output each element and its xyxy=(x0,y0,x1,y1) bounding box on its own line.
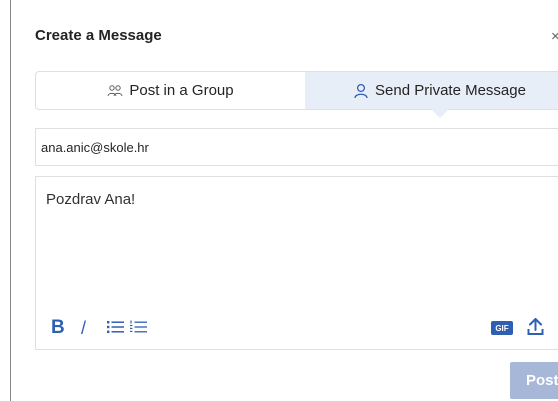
post-button[interactable]: Post xyxy=(510,362,558,399)
gif-icon[interactable]: GIF xyxy=(491,321,513,335)
tab-send-private-message[interactable]: Send Private Message xyxy=(305,72,558,118)
tab-label: Post in a Group xyxy=(129,82,234,99)
bulleted-list-icon[interactable] xyxy=(107,320,125,339)
italic-icon[interactable]: / xyxy=(81,318,86,339)
numbered-list-icon[interactable] xyxy=(130,320,148,339)
recipient-field[interactable]: ana.anic@skole.hr xyxy=(35,128,558,166)
person-icon xyxy=(353,83,369,99)
create-message-dialog: Create a Message × Post in a Group Send … xyxy=(11,0,558,401)
active-tab-pointer xyxy=(430,109,449,118)
gif-label: GIF xyxy=(495,323,509,333)
recipient-value: ana.anic@skole.hr xyxy=(41,139,149,155)
tab-label: Send Private Message xyxy=(375,82,526,99)
group-icon xyxy=(107,84,123,98)
dialog-title: Create a Message xyxy=(35,27,162,44)
tab-post-in-group[interactable]: Post in a Group xyxy=(36,72,305,109)
message-body-text: Pozdrav Ana! xyxy=(46,191,136,208)
message-type-tabs: Post in a Group Send Private Message xyxy=(35,71,558,118)
upload-icon[interactable] xyxy=(527,318,544,341)
close-button[interactable]: × xyxy=(551,28,558,45)
bold-icon[interactable]: B xyxy=(51,317,65,339)
